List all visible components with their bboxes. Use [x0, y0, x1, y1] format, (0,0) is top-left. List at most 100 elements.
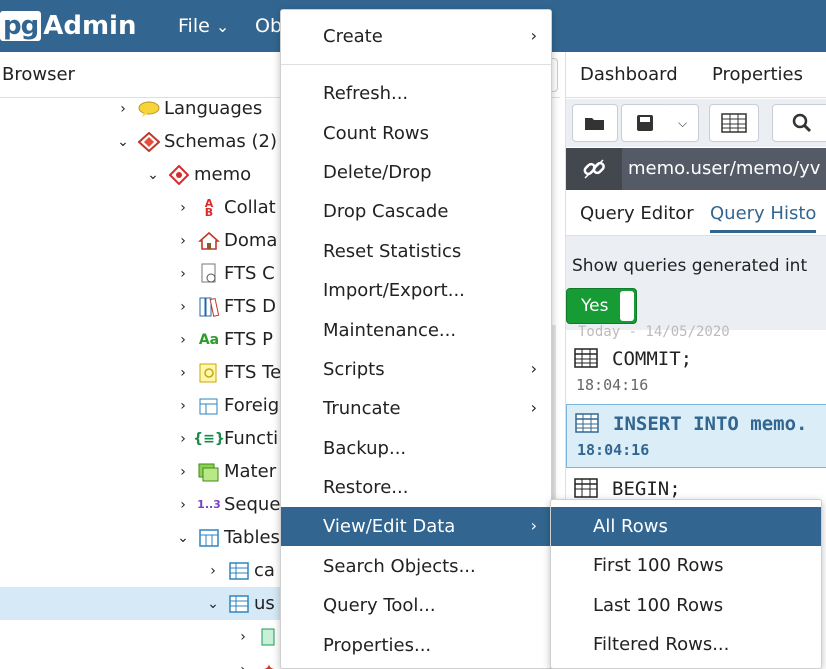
tree-label: FTS D: [224, 296, 277, 317]
main-tabs: Dashboard Properties: [566, 52, 826, 98]
object-menu[interactable]: Ob: [255, 15, 282, 37]
chevron-right-icon[interactable]: ›: [236, 629, 250, 645]
menu-item-truncate[interactable]: Truncate ›: [281, 389, 551, 428]
chevron-right-icon[interactable]: ›: [176, 398, 190, 414]
schemas-icon: [138, 131, 160, 152]
chevron-right-icon[interactable]: ›: [236, 662, 250, 669]
chevron-right-icon[interactable]: ›: [176, 464, 190, 480]
tree-label: Languages: [164, 98, 263, 119]
chevron-down-icon[interactable]: ⌄: [206, 596, 220, 612]
tab-dashboard[interactable]: Dashboard: [580, 64, 678, 85]
tree-label: Collat: [224, 197, 276, 218]
save-button[interactable]: [621, 104, 669, 142]
file-menu[interactable]: File ⌄: [178, 15, 229, 37]
fts-template-icon: [198, 363, 220, 383]
tree-label: memo: [194, 164, 252, 185]
chevron-right-icon: ›: [530, 398, 537, 417]
chevron-right-icon[interactable]: ›: [176, 365, 190, 381]
view-edit-data-submenu: All Rows First 100 Rows Last 100 Rows Fi…: [550, 499, 822, 669]
tree-label: Schemas (2): [164, 131, 277, 152]
chevron-right-icon[interactable]: ›: [206, 563, 220, 579]
submenu-item-filtered-rows[interactable]: Filtered Rows...: [551, 625, 821, 664]
chevron-right-icon[interactable]: ›: [176, 266, 190, 282]
connection-label: memo.user/memo/yv: [628, 158, 821, 179]
table-icon: [721, 113, 747, 133]
chevron-down-icon[interactable]: ⌄: [116, 134, 130, 150]
logo-pg: pg: [0, 11, 42, 41]
editor-tabs: Query Editor Query Histo: [566, 192, 826, 236]
chevron-right-icon[interactable]: ›: [176, 200, 190, 216]
menu-item-maintenance[interactable]: Maintenance...: [281, 311, 551, 350]
chevron-right-icon[interactable]: ›: [176, 299, 190, 315]
chevron-right-icon[interactable]: ›: [116, 101, 130, 117]
context-menu: Create › Refresh... Count Rows Delete/Dr…: [280, 9, 552, 669]
generated-queries-toggle[interactable]: Yes: [566, 288, 637, 324]
menu-item-refresh[interactable]: Refresh...: [281, 74, 551, 113]
menu-item-scripts[interactable]: Scripts ›: [281, 350, 551, 389]
tree-label: Seque: [224, 494, 281, 515]
chevron-right-icon[interactable]: ›: [176, 497, 190, 513]
chevron-down-icon: ⌄: [215, 17, 230, 36]
chevron-right-icon[interactable]: ›: [176, 233, 190, 249]
menu-item-search-objects[interactable]: Search Objects...: [281, 547, 551, 586]
menu-item-reset-statistics[interactable]: Reset Statistics: [281, 232, 551, 271]
menu-item-label: Create: [323, 26, 383, 47]
chevron-down-icon[interactable]: ⌄: [176, 530, 190, 546]
menu-item-restore[interactable]: Restore...: [281, 468, 551, 507]
menu-item-drop-cascade[interactable]: Drop Cascade: [281, 192, 551, 231]
submenu-item-last-100-rows[interactable]: Last 100 Rows: [551, 586, 821, 625]
save-dropdown-button[interactable]: ⌵: [667, 104, 699, 142]
submenu-item-all-rows[interactable]: All Rows: [551, 507, 821, 546]
chevron-down-icon[interactable]: ⌄: [146, 167, 160, 183]
menu-item-label: Scripts: [323, 359, 385, 380]
tree-label: FTS C: [224, 263, 275, 284]
menu-item-backup[interactable]: Backup...: [281, 429, 551, 468]
menu-item-create[interactable]: Create ›: [281, 17, 551, 56]
tab-query-history[interactable]: Query Histo: [710, 203, 817, 233]
menu-item-delete-drop[interactable]: Delete/Drop: [281, 153, 551, 192]
history-time: 18:04:16: [577, 441, 650, 459]
menu-item-properties[interactable]: Properties...: [281, 626, 551, 665]
schema-icon: [168, 164, 190, 185]
chevron-down-icon: ⌵: [677, 115, 688, 130]
menu-item-label: View/Edit Data: [323, 516, 456, 537]
fts-dictionary-icon: [198, 297, 220, 317]
chevron-right-icon[interactable]: ›: [176, 431, 190, 447]
menu-item-import-export[interactable]: Import/Export...: [281, 271, 551, 310]
history-time: 18:04:16: [576, 376, 649, 394]
query-icon: [574, 348, 598, 373]
history-entry-selected[interactable]: INSERT INTO memo. 18:04:16: [566, 404, 826, 468]
tree-label: Foreig: [224, 395, 280, 416]
history-entry[interactable]: COMMIT; 18:04:16: [566, 340, 826, 404]
foreign-table-icon: [198, 396, 220, 416]
tab-query-editor[interactable]: Query Editor: [580, 203, 694, 224]
fts-parser-icon: Aa: [198, 331, 220, 348]
menu-item-count-rows[interactable]: Count Rows: [281, 114, 551, 153]
tree-label: Functi: [224, 428, 279, 449]
open-file-button[interactable]: [572, 104, 618, 142]
tab-properties[interactable]: Properties: [712, 64, 803, 85]
tree-label: ca: [254, 560, 275, 581]
chevron-right-icon: ›: [530, 26, 537, 45]
submenu-item-first-100-rows[interactable]: First 100 Rows: [551, 546, 821, 585]
tables-icon: [198, 528, 220, 548]
chevron-right-icon: ›: [530, 516, 537, 535]
browser-title: Browser: [2, 64, 75, 85]
chevron-right-icon[interactable]: ›: [176, 332, 190, 348]
constraints-icon: ✦: [258, 660, 280, 669]
folder-open-icon: [585, 118, 604, 130]
data-grid-button[interactable]: [709, 104, 759, 142]
link-icon[interactable]: [566, 148, 622, 190]
query-icon: [575, 413, 599, 438]
menu-item-view-edit-data[interactable]: View/Edit Data ›: [281, 507, 551, 546]
history-date-header: Today - 14/05/2020: [578, 324, 730, 340]
menu-item-query-tool[interactable]: Query Tool...: [281, 586, 551, 625]
connection-bar[interactable]: memo.user/memo/yv: [566, 148, 826, 190]
tree-label: us: [254, 593, 275, 614]
find-button[interactable]: [772, 104, 826, 142]
tree-label: FTS Te: [224, 362, 282, 383]
domain-icon: [198, 231, 220, 251]
logo-admin: Admin: [43, 11, 137, 41]
pgadmin-logo[interactable]: pg Admin: [0, 10, 136, 42]
query-toolbar: ⌵: [566, 99, 826, 147]
